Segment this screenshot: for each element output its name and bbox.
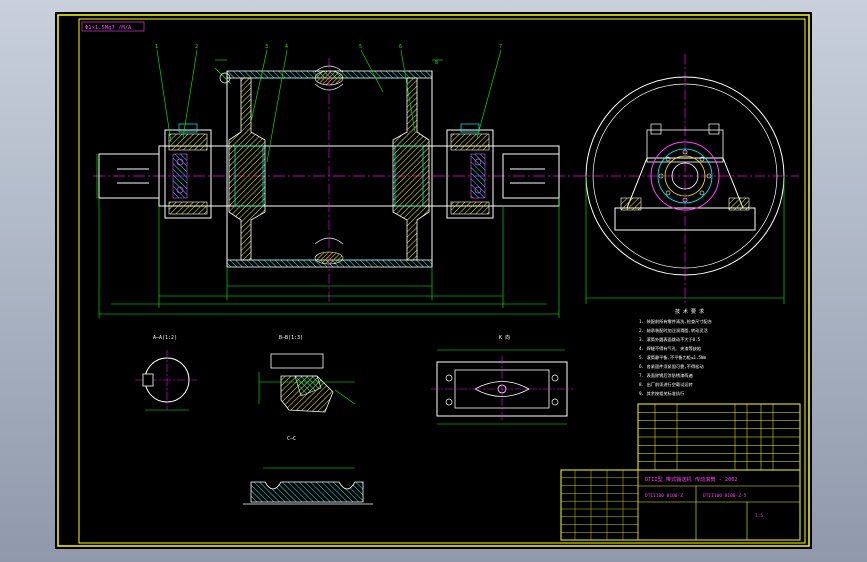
section-c-label: C—C xyxy=(287,436,296,442)
bolt-hole xyxy=(699,190,705,196)
side-view xyxy=(575,54,799,304)
tech-req-line: 2. 轴承装配时加注润滑脂,转动灵活 xyxy=(639,327,708,334)
right-bearing-housing xyxy=(446,123,494,219)
title-block-drawing-no: DTII100 8100-Z-5 xyxy=(703,493,747,499)
technical-requirements: 技 术 要 求 1. 装配前所有零件清洗,检查尺寸配合 2. 轴承装配时加注润滑… xyxy=(639,308,713,397)
title-block-scale: 1:5 xyxy=(755,513,763,519)
section-c-view: C—C xyxy=(243,436,373,505)
section-a-label: A—A(1:2) xyxy=(153,335,177,341)
tech-req-line: 1. 装配前所有零件清洗,检查尺寸配合 xyxy=(639,318,713,325)
tech-req-line: 9. 其余按相关标准执行 xyxy=(639,390,684,397)
callout-1: 1 xyxy=(155,44,158,50)
corner-label: Φ1×1.5Mg7 /M/A xyxy=(85,25,132,31)
left-end-disc xyxy=(228,77,266,261)
drawing-frame xyxy=(57,14,810,547)
callout-2: 2 xyxy=(195,44,198,50)
callout-4: 4 xyxy=(285,44,288,50)
callout-numbers: 1 2 3 4 5 6 7 8 xyxy=(155,44,502,66)
title-block: DTII型 带式输送机 传动滚筒 - 2002 DTII100 8100-Z D… xyxy=(560,469,801,541)
left-bearing-housing xyxy=(164,123,212,219)
tech-req-line: 3. 滚筒外圆表面跳动不大于0.5 xyxy=(639,336,701,343)
bolt-hole xyxy=(665,190,671,196)
tech-req-line: 8. 出厂前须进行空载试运转 xyxy=(639,381,693,388)
parts-list xyxy=(637,403,801,471)
callout-8: 8 xyxy=(435,60,438,66)
main-assembly-view: 1 2 3 4 5 6 7 8 xyxy=(93,44,575,318)
k-view: K 向 xyxy=(431,334,573,425)
tech-req-line: 6. 各紧固件须紧固可靠,不得松动 xyxy=(639,363,704,370)
drawing-canvas: Φ1×1.5Mg7 /M/A 1 2 3 4 5 6 7 8 A—A(1:2) … xyxy=(57,14,810,547)
section-b-view: B—B(1:3) xyxy=(258,335,356,413)
tech-req-line: 7. 表面除锈后涂防锈漆两遍 xyxy=(639,372,693,379)
callout-7: 7 xyxy=(499,44,502,50)
title-block-code: DTII100 8100-Z xyxy=(645,493,683,499)
section-b-label: B—B(1:3) xyxy=(279,335,303,341)
tech-req-line: 5. 滚筒静平衡,不平衡力矩≤1.5Nm xyxy=(639,354,707,361)
title-block-title: DTII型 带式输送机 传动滚筒 - 2002 xyxy=(645,475,737,483)
cad-viewport[interactable]: Φ1×1.5Mg7 /M/A 1 2 3 4 5 6 7 8 A—A(1:2) … xyxy=(55,12,812,549)
tech-req-line: 4. 焊缝不得有气孔、夹渣等缺陷 xyxy=(639,345,701,352)
right-end-disc xyxy=(392,77,430,261)
dimension-lines xyxy=(96,59,560,318)
section-a-view: A—A(1:2) xyxy=(135,335,197,411)
callout-3: 3 xyxy=(265,44,268,50)
callout-5: 5 xyxy=(359,44,362,50)
callout-6: 6 xyxy=(399,44,402,50)
tech-req-title: 技 术 要 求 xyxy=(675,308,704,315)
k-view-label: K 向 xyxy=(499,334,510,341)
